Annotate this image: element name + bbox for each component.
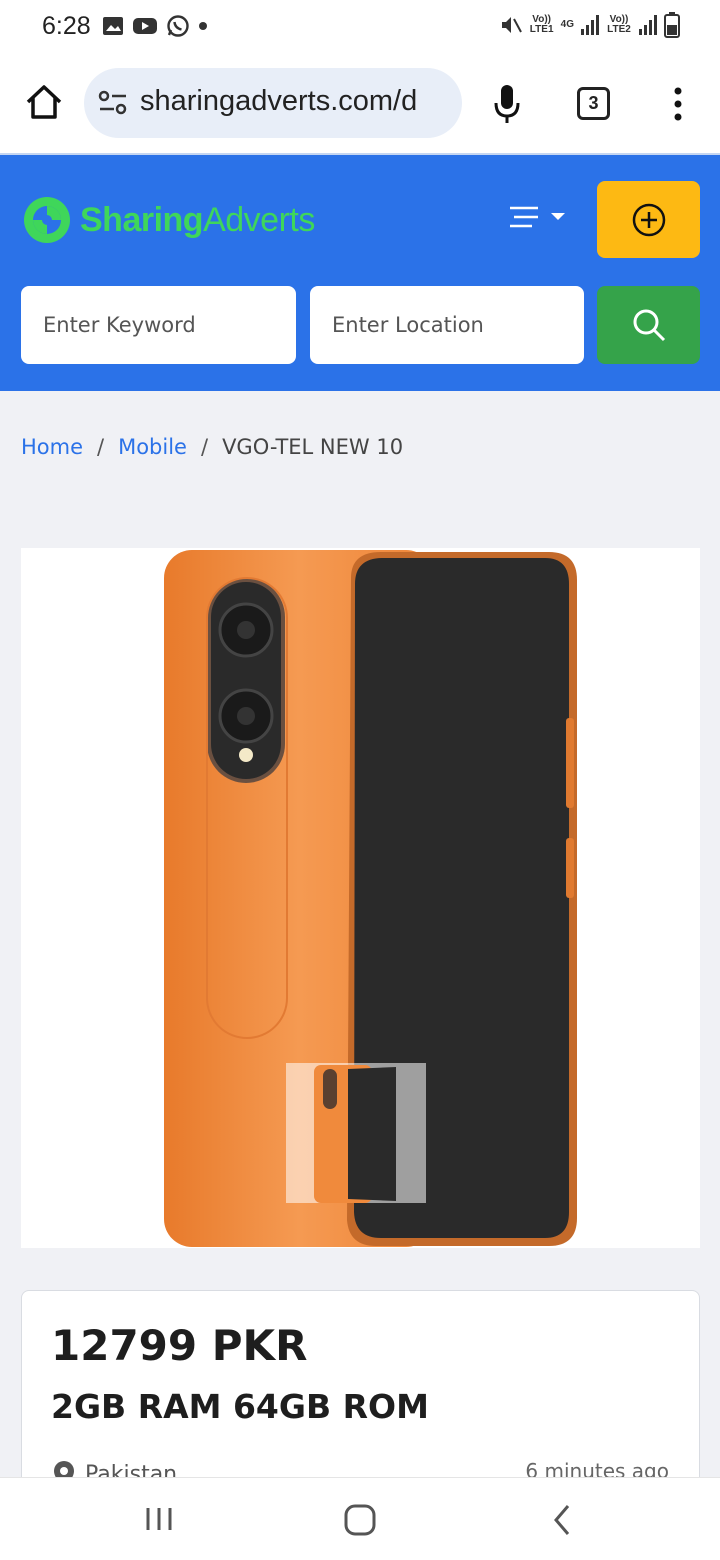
gallery-icon <box>103 17 123 35</box>
hamburger-icon <box>510 206 538 228</box>
breadcrumb-home[interactable]: Home <box>21 435 83 459</box>
mute-icon <box>501 17 522 33</box>
breadcrumb-category[interactable]: Mobile <box>118 435 187 459</box>
tab-switcher-button[interactable]: 3 <box>577 87 610 120</box>
breadcrumb-current: VGO-TEL NEW 10 <box>222 435 404 459</box>
status-bar: 6:28 Vo)) LTE1 4G Vo)) LTE2 <box>0 0 720 56</box>
search-icon <box>633 309 665 342</box>
dot-icon <box>199 22 207 30</box>
site-logo[interactable]: SharingAdverts <box>22 185 315 255</box>
breadcrumb: Home / Mobile / VGO-TEL NEW 10 <box>21 435 403 459</box>
signal-icon <box>581 15 599 35</box>
more-options-icon[interactable] <box>668 86 688 122</box>
notification-icons <box>102 14 208 38</box>
back-icon[interactable] <box>552 1504 572 1536</box>
listing-card: 12799 PKR 2GB RAM 64GB ROM Pakistan 6 mi… <box>21 1290 700 1490</box>
recent-apps-icon[interactable] <box>144 1506 174 1532</box>
post-ad-button[interactable] <box>597 181 700 258</box>
url-text[interactable]: sharingadverts.com/d <box>140 85 450 118</box>
site-header: SharingAdverts <box>0 153 720 391</box>
home-nav-icon[interactable] <box>344 1504 376 1536</box>
image-thumbnail[interactable] <box>286 1063 426 1203</box>
product-image[interactable] <box>21 548 700 1248</box>
mic-icon[interactable] <box>492 83 522 125</box>
keyword-input[interactable] <box>21 286 296 364</box>
status-time: 6:28 <box>42 12 91 40</box>
logo-text-adverts: Adverts <box>203 200 315 239</box>
sim1-label: Vo)) LTE1 <box>529 14 554 35</box>
site-settings-icon[interactable] <box>98 90 128 116</box>
breadcrumb-separator: / <box>200 435 209 459</box>
logo-text: SharingAdverts <box>80 201 315 240</box>
logo-icon <box>24 197 70 243</box>
caret-down-icon <box>551 213 565 220</box>
thumbnail-phone <box>314 1065 396 1203</box>
network-type: 4G <box>560 19 574 30</box>
system-nav-bar <box>0 1477 720 1560</box>
youtube-icon <box>133 18 157 34</box>
sim2-label: Vo)) LTE2 <box>607 14 631 35</box>
address-bar[interactable]: sharingadverts.com/d <box>84 68 462 138</box>
location-input[interactable] <box>310 286 584 364</box>
home-icon[interactable] <box>24 82 64 122</box>
menu-toggle-button[interactable] <box>508 205 566 229</box>
search-button[interactable] <box>597 286 700 364</box>
main-content: Home / Mobile / VGO-TEL NEW 10 12799 PKR… <box>0 391 720 1490</box>
listing-title: 2GB RAM 64GB ROM <box>51 1387 429 1426</box>
signal2-icon <box>639 15 657 35</box>
plus-circle-icon <box>632 203 665 236</box>
battery-icon <box>664 12 680 38</box>
browser-toolbar: sharingadverts.com/d 3 <box>0 56 720 152</box>
logo-text-sharing: Sharing <box>80 200 204 239</box>
breadcrumb-separator: / <box>97 435 105 459</box>
system-icons: Vo)) LTE1 4G Vo)) LTE2 <box>499 12 680 38</box>
listing-price: 12799 PKR <box>51 1321 308 1370</box>
whatsapp-icon <box>167 15 189 37</box>
